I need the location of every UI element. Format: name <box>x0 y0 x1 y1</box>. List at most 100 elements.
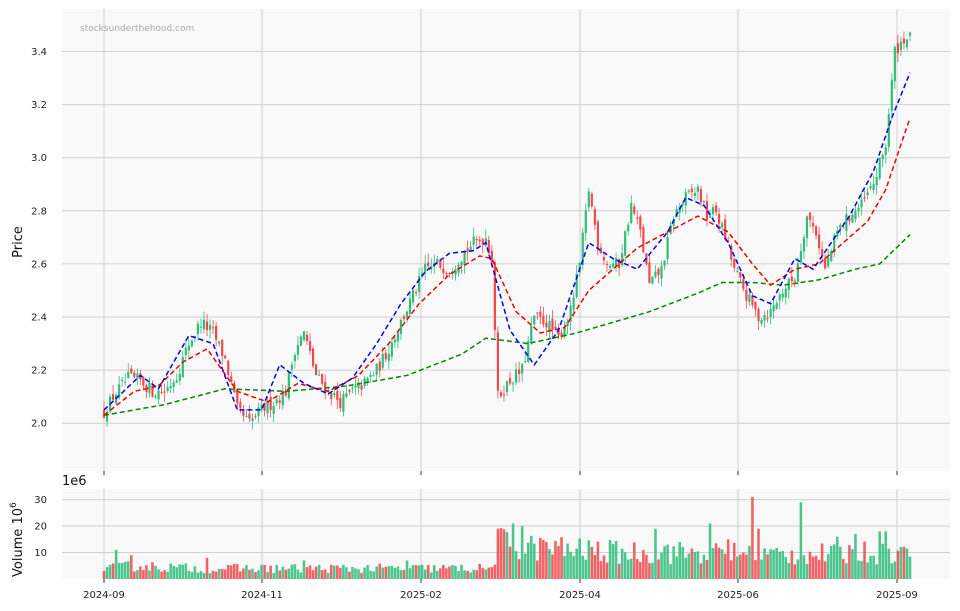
volume-bar <box>445 568 448 579</box>
volume-bar <box>293 564 297 579</box>
candle-body <box>708 216 712 218</box>
candle-body <box>545 322 548 328</box>
candle-body <box>190 340 193 347</box>
candle-body <box>705 201 709 220</box>
volume-bar <box>402 569 406 579</box>
volume-bar <box>657 559 660 579</box>
volume-bar <box>702 554 706 579</box>
volume-bar <box>481 567 485 579</box>
candle-body <box>639 216 642 230</box>
volume-bar <box>654 528 657 579</box>
volume-bar <box>178 564 182 579</box>
volume-bar <box>842 558 845 579</box>
candle-body <box>448 273 451 275</box>
candle-body <box>769 309 772 318</box>
volume-bar <box>893 561 897 579</box>
volume-bar <box>260 564 263 579</box>
volume-bar <box>757 528 760 579</box>
candle-body <box>396 332 400 342</box>
volume-bar <box>275 565 279 579</box>
volume-bar <box>129 555 133 579</box>
volume-bar <box>408 568 412 579</box>
candle-body <box>872 184 875 190</box>
volume-tick-label: 10 <box>34 548 47 559</box>
volume-bar <box>284 569 288 579</box>
candle-body <box>393 339 396 343</box>
price-tick-label: 2.2 <box>31 366 47 377</box>
volume-bar <box>826 554 830 579</box>
candle-body <box>163 391 166 393</box>
candle-body <box>508 378 512 384</box>
candle-body <box>399 319 403 335</box>
volume-bar <box>439 568 442 579</box>
volume-bar <box>142 569 145 579</box>
candle-body <box>478 239 481 242</box>
candle-body <box>127 371 130 379</box>
candle-body <box>130 368 133 374</box>
volume-bar <box>542 539 545 579</box>
volume-bar <box>890 563 894 579</box>
volume-bar <box>208 573 212 579</box>
candle-body <box>302 331 306 341</box>
candle-body <box>736 271 739 273</box>
volume-bar <box>684 557 688 579</box>
volume-bar <box>442 565 445 579</box>
candle-body <box>860 199 863 208</box>
volume-bar <box>536 560 539 579</box>
volume-bar <box>690 548 694 579</box>
volume-bar <box>669 564 672 579</box>
candle-body <box>796 263 799 282</box>
volume-offset-text: 1e6 <box>62 474 87 489</box>
volume-axis-label-text: Volume 10 <box>11 508 26 577</box>
candle-body <box>654 271 657 277</box>
candle-body <box>636 217 639 219</box>
candle-body <box>884 147 887 155</box>
volume-bar <box>114 549 118 579</box>
candle-body <box>296 344 300 355</box>
candle-body <box>142 377 145 386</box>
volume-bar <box>357 569 360 579</box>
candle-body <box>542 315 545 325</box>
volume-bar <box>354 568 357 579</box>
volume-bar <box>611 544 615 579</box>
candle-body <box>308 341 312 351</box>
volume-bar <box>317 564 321 579</box>
volume-bar <box>817 559 821 579</box>
candle-body <box>802 237 806 252</box>
volume-bar <box>735 556 739 579</box>
candle-body <box>424 263 427 273</box>
volume-bar <box>157 569 160 579</box>
candle-body <box>593 209 596 225</box>
candlestick-volume-chart: 2.0 2.2 2.4 2.6 2.8 3.0 3.2 3.4 10 20 30 2024-09 2… <box>9 9 950 601</box>
candle-body <box>472 236 475 245</box>
volume-bar <box>899 546 903 579</box>
candle-body <box>257 407 260 417</box>
volume-bar <box>281 566 285 579</box>
candle-body <box>415 292 418 294</box>
volume-bar <box>233 563 236 579</box>
candle-body <box>733 258 736 268</box>
volume-bar <box>205 557 209 579</box>
volume-bar <box>857 560 860 579</box>
candle-body <box>496 332 500 391</box>
price-tick-label: 3.2 <box>31 100 47 111</box>
volume-bar <box>793 564 797 579</box>
volume-bar <box>320 570 324 579</box>
volume-bar <box>854 534 857 579</box>
volume-bar <box>820 543 824 579</box>
volume-bar <box>169 563 172 579</box>
candle-body <box>121 379 124 381</box>
volume-bar <box>505 532 509 579</box>
volume-bar <box>875 564 878 579</box>
volume-bar <box>123 561 127 579</box>
candle-body <box>348 389 351 392</box>
volume-bar <box>742 552 745 579</box>
volume-bar <box>436 570 439 579</box>
candle-body <box>339 398 342 409</box>
volume-bar <box>432 565 436 579</box>
volume-bar <box>145 565 148 579</box>
candle-body <box>502 394 506 396</box>
volume-bar <box>305 567 309 579</box>
volume-bar <box>369 570 372 579</box>
candle-body <box>902 38 906 44</box>
